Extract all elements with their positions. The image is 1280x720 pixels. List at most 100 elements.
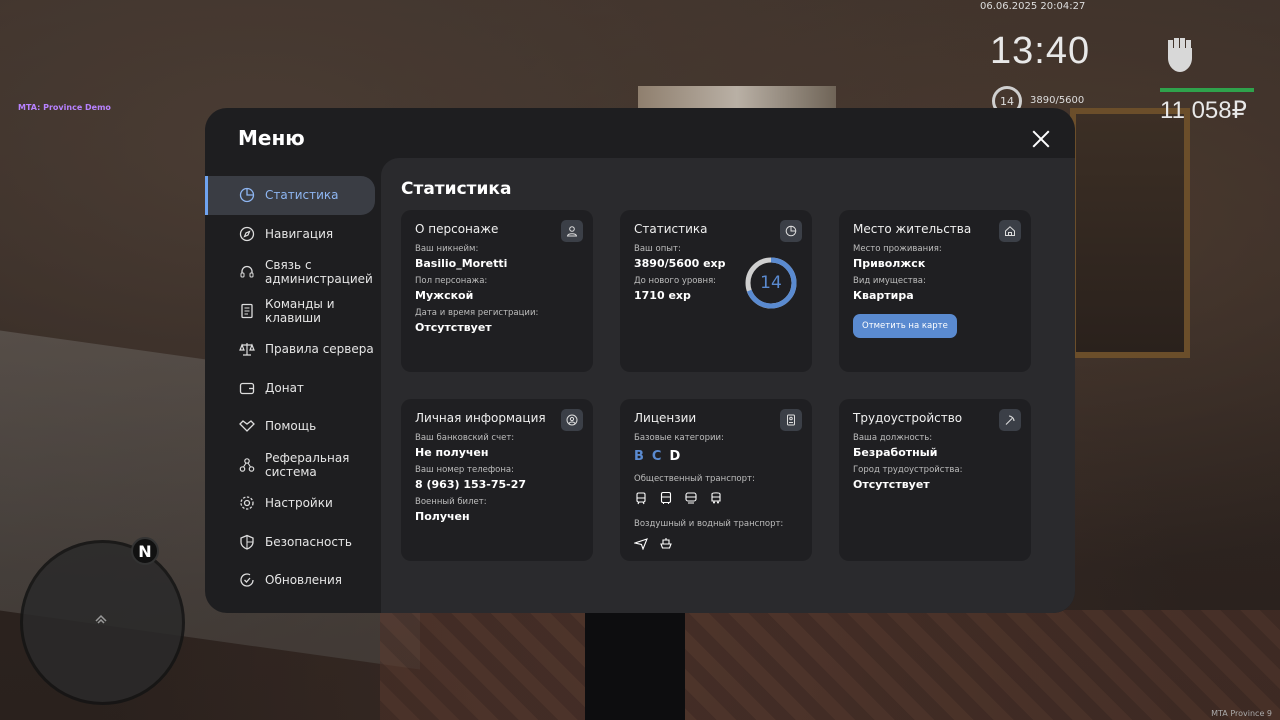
license-category-d: D — [669, 449, 681, 464]
position-value: Безработный — [853, 446, 938, 459]
residence-label: Место проживания: — [853, 244, 942, 254]
gender-value: Мужской — [415, 289, 474, 302]
background-rug — [380, 610, 1280, 720]
trolleybus-icon — [709, 490, 723, 509]
user-circle-icon — [561, 409, 583, 431]
sidebar-item-navigation[interactable]: Навигация — [205, 215, 381, 254]
fist-icon — [1162, 34, 1198, 74]
minimap-north-marker: N — [131, 537, 159, 565]
card-character: О персонаже Ваш никнейм: Basilio_Moretti… — [401, 210, 593, 372]
nickname-label: Ваш никнейм: — [415, 244, 479, 254]
sidebar: Статистика Навигация Связь с администрац… — [205, 176, 381, 600]
air-water-transport-label: Воздушный и водный транспорт: — [634, 519, 784, 529]
sidebar-item-updates[interactable]: Обновления — [205, 561, 381, 600]
scales-icon — [239, 341, 255, 357]
card-title: О персонаже — [415, 222, 499, 236]
mark-on-map-button[interactable]: Отметить на карте — [853, 314, 957, 338]
job-city-label: Город трудоустройства: — [853, 465, 963, 475]
sidebar-item-settings[interactable]: Настройки — [205, 484, 381, 523]
menu-panel: Меню Статистика Навигация Связь с админи… — [205, 108, 1075, 613]
mta-server-label: MTA: Province Demo — [18, 103, 111, 112]
player-arrow-icon — [94, 612, 108, 626]
registration-value: Отсутствует — [415, 321, 492, 334]
headset-icon — [239, 264, 255, 280]
sidebar-item-commands[interactable]: Команды и клавиши — [205, 292, 381, 331]
property-type-value: Квартира — [853, 289, 914, 302]
card-title: Статистика — [634, 222, 708, 236]
license-category-b: B — [634, 449, 644, 464]
wallet-icon — [239, 380, 255, 396]
sidebar-item-referral[interactable]: Реферальная система — [205, 446, 381, 485]
background-portrait — [1070, 108, 1190, 358]
sidebar-item-label: Статистика — [265, 188, 339, 203]
phone-label: Ваш номер телефона: — [415, 465, 514, 475]
card-employment: Трудоустройство Ваша должность: Безработ… — [839, 399, 1031, 561]
position-label: Ваша должность: — [853, 433, 933, 443]
sidebar-item-label: Правила сервера — [265, 342, 374, 357]
user-icon — [561, 220, 583, 242]
card-title: Трудоустройство — [853, 411, 963, 425]
card-licenses: Лицензии Базовые категории: B C D Общест… — [620, 399, 812, 561]
menu-title: Меню — [238, 126, 305, 150]
refresh-check-icon — [239, 572, 255, 588]
pie-chart-icon — [780, 220, 802, 242]
shield-icon — [239, 534, 255, 550]
pickaxe-icon — [999, 409, 1021, 431]
card-title: Лицензии — [634, 411, 697, 425]
public-transport-label: Общественный транспорт: — [634, 474, 755, 484]
nickname-value: Basilio_Moretti — [415, 257, 508, 270]
license-categories: B C D — [634, 449, 798, 464]
pie-chart-icon — [239, 187, 255, 203]
gear-icon — [239, 495, 255, 511]
sidebar-item-label: Донат — [265, 380, 304, 395]
document-icon — [239, 303, 255, 319]
sidebar-item-label: Безопасность — [265, 534, 352, 549]
card-statistics: Статистика Ваш опыт: 3890/5600 exp До но… — [620, 210, 812, 372]
hud-clock: 13:40 — [990, 30, 1091, 72]
job-city-value: Отсутствует — [853, 478, 930, 491]
sidebar-item-admin-contact[interactable]: Связь с администрацией — [205, 253, 381, 292]
id-badge-icon — [780, 409, 802, 431]
sidebar-item-label: Помощь — [265, 419, 317, 434]
sidebar-item-label: Настройки — [265, 496, 333, 511]
gender-label: Пол персонажа: — [415, 276, 488, 286]
tram-icon — [634, 490, 648, 509]
hud-money: 11 058₽ — [1160, 97, 1247, 124]
bus-icon — [659, 490, 673, 509]
sidebar-item-statistics[interactable]: Статистика — [205, 176, 375, 215]
sidebar-item-label: Связь с администрацией — [265, 258, 373, 287]
sidebar-item-label: Навигация — [265, 226, 334, 241]
handshake-icon — [239, 418, 255, 434]
background-character — [585, 610, 685, 720]
card-personal-info: Личная информация Ваш банковский счет: Н… — [401, 399, 593, 561]
hud-exp-text: 3890/5600 — [1030, 95, 1085, 106]
datetime-stamp: 06.06.2025 20:04:27 — [980, 1, 1086, 12]
level-value: 14 — [760, 273, 782, 293]
plane-icon — [632, 535, 648, 554]
watermark: MTA Province 9 — [1211, 709, 1272, 718]
public-transport-icons — [634, 490, 798, 509]
close-icon[interactable] — [1030, 128, 1052, 150]
air-water-transport-icons — [632, 535, 798, 554]
license-category-c: C — [651, 449, 662, 464]
sidebar-item-donate[interactable]: Донат — [205, 369, 381, 408]
military-id-label: Военный билет: — [415, 497, 487, 507]
sidebar-item-label: Обновления — [265, 573, 343, 588]
phone-value: 8 (963) 153-75-27 — [415, 478, 527, 491]
train-icon — [684, 490, 698, 509]
hud-level-value: 14 — [1000, 94, 1014, 108]
page-title: Статистика — [401, 179, 512, 199]
bank-account-value: Не получен — [415, 446, 489, 459]
sidebar-item-security[interactable]: Безопасность — [205, 523, 381, 562]
hud-health-bar — [1160, 88, 1254, 92]
card-title: Место жительства — [853, 222, 972, 236]
base-categories-label: Базовые категории: — [634, 433, 724, 443]
compass-icon — [239, 226, 255, 242]
property-type-label: Вид имущества: — [853, 276, 926, 286]
sidebar-item-label: Команды и клавиши — [265, 296, 335, 325]
home-icon — [999, 220, 1021, 242]
residence-value: Приволжск — [853, 257, 926, 270]
boat-icon — [659, 535, 673, 554]
sidebar-item-rules[interactable]: Правила сервера — [205, 330, 381, 369]
sidebar-item-help[interactable]: Помощь — [205, 407, 381, 446]
